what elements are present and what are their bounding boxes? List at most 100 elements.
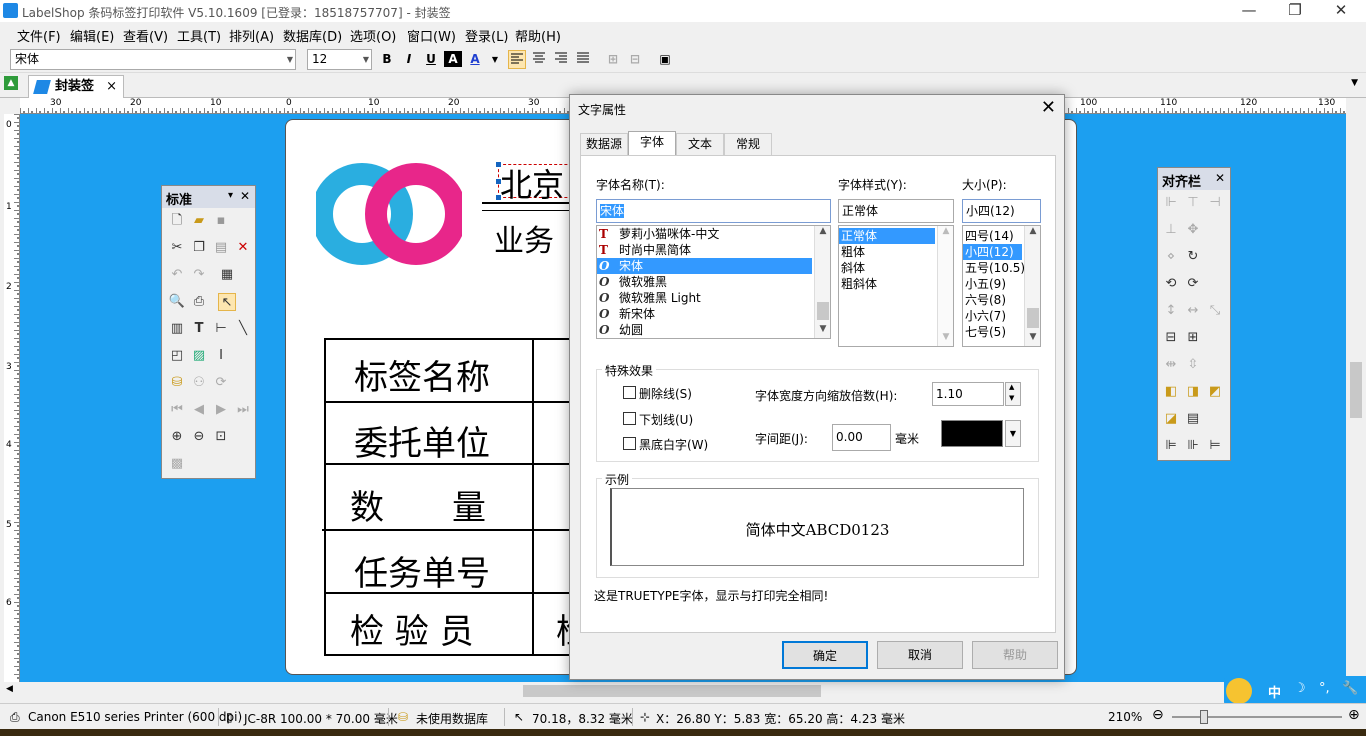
menu-window[interactable]: 窗口(W) [407, 26, 456, 45]
font-list-item[interactable]: O 微软雅黑 Light [597, 290, 812, 306]
distribute-icon[interactable]: ⋄ [1162, 248, 1180, 266]
scroll-up-icon[interactable]: ▲ [815, 226, 830, 240]
table-cell[interactable]: 任务单号 [354, 546, 490, 595]
space-vertical-icon[interactable]: ⇳ [1184, 356, 1202, 374]
list-item[interactable]: 粗斜体 [839, 276, 953, 292]
font-list-item[interactable]: O 新宋体 [597, 306, 812, 322]
scroll-down-icon[interactable]: ▼ [1025, 332, 1040, 346]
font-list-scrollbar[interactable]: ▲ ▼ [814, 226, 830, 338]
align-right-page-icon[interactable]: ⊨ [1206, 437, 1224, 455]
align-bottom-edges-icon[interactable]: ⊥ [1162, 221, 1180, 239]
font-name-combo[interactable]: 宋体 ▼ [10, 49, 296, 70]
database-status[interactable]: 未使用数据库 [416, 710, 488, 727]
tab-document[interactable]: 封装签 × [28, 75, 124, 98]
font-name-input[interactable]: 宋体 [596, 199, 831, 223]
punctuation-icon[interactable]: °, [1319, 681, 1330, 696]
font-list[interactable]: T 萝莉小猫咪体-中文 T 时尚中黑简体 O 宋体 O 微软雅黑 O 微软雅黑 Light O 新宋体… [596, 225, 831, 339]
lock-layout-icon[interactable]: ▤ [1184, 410, 1202, 428]
send-backward-icon[interactable]: ◪ [1162, 410, 1180, 428]
horizontal-scrollbar[interactable]: ◀ [0, 682, 1346, 700]
list-item[interactable]: 正常体 [839, 228, 935, 244]
database-icon[interactable]: ⛁ [168, 374, 186, 392]
scrollbar-thumb[interactable] [1350, 362, 1362, 418]
rotate-180-icon[interactable]: ⟲ [1162, 275, 1180, 293]
style-list-scrollbar[interactable]: ▲ ▼ [937, 226, 953, 346]
zoom-slider-thumb[interactable] [1200, 710, 1208, 724]
restore-button[interactable]: ❐ [1272, 0, 1318, 22]
justify-button[interactable] [574, 50, 592, 69]
same-height-icon[interactable]: ↕ [1162, 302, 1180, 320]
center-vertical-icon[interactable]: ⊞ [1184, 329, 1202, 347]
same-width-icon[interactable]: ↔ [1184, 302, 1202, 320]
font-list-item[interactable]: T 萝莉小猫咪体-中文 [597, 226, 812, 242]
menu-file[interactable]: 文件(F) [17, 26, 61, 45]
font-size-list[interactable]: 四号(14) 小四(12) 五号(10.5) 小五(9) 六号(8) 小六(7)… [962, 225, 1041, 347]
redo-icon[interactable]: ↷ [190, 266, 208, 284]
chevron-down-icon[interactable]: ▾ [228, 190, 233, 201]
align-right-edges-icon[interactable]: ⊣ [1206, 194, 1224, 212]
tab-text[interactable]: 文本 [676, 133, 724, 155]
rotate-270-icon[interactable]: ⟳ [1184, 275, 1202, 293]
font-style-list[interactable]: 正常体 粗体 斜体 粗斜体 ▲ ▼ [838, 225, 954, 347]
cut-icon[interactable]: ✂ [168, 239, 186, 257]
paste-icon[interactable]: ▤ [212, 239, 230, 257]
next-record-icon[interactable]: ▶ [212, 401, 230, 419]
send-back-icon[interactable]: ◨ [1184, 383, 1202, 401]
first-record-icon[interactable]: ⏮ [168, 401, 186, 419]
align-center-button[interactable] [530, 50, 548, 69]
chevron-down-icon[interactable]: ▼ [1005, 420, 1021, 447]
minimize-button[interactable]: — [1226, 0, 1272, 22]
select-pointer-icon[interactable]: ↖ [218, 293, 236, 311]
font-size-input[interactable]: 小四(12) [962, 199, 1041, 223]
spin-up-icon[interactable]: ▲ [1009, 383, 1014, 391]
menu-arrange[interactable]: 排列(A) [229, 26, 274, 45]
font-style-input[interactable]: 正常体 [838, 199, 954, 223]
align-right-button[interactable] [552, 50, 570, 69]
underline-button[interactable]: U [422, 50, 440, 69]
align-top-edges-icon[interactable]: ⊤ [1184, 194, 1202, 212]
zoom-in-icon[interactable]: ⊕ [1348, 707, 1360, 723]
underline-checkbox[interactable] [623, 412, 636, 425]
wrench-icon[interactable]: 🔧 [1342, 681, 1358, 696]
moon-icon[interactable]: ☽ [1294, 681, 1306, 696]
font-size-combo[interactable]: 12 ▼ [307, 49, 372, 70]
ungroup-icon[interactable]: ⊟ [626, 50, 644, 69]
table-cell[interactable]: 检 验 员 [350, 604, 474, 653]
inverse-checkbox[interactable] [623, 437, 636, 450]
menu-login[interactable]: 登录(L) [465, 26, 508, 45]
properties-icon[interactable]: ▣ [656, 50, 674, 69]
chevron-down-icon[interactable]: ▼ [486, 50, 504, 69]
inverse-text-button[interactable]: A [444, 51, 462, 67]
table-cell[interactable]: 数 量 [350, 480, 486, 529]
space-horizontal-icon[interactable]: ⇹ [1162, 356, 1180, 374]
ime-mode-label[interactable]: 中 [1268, 682, 1281, 701]
print-icon[interactable]: ⎙ [190, 293, 208, 311]
barcode-icon[interactable]: ▥ [168, 320, 186, 338]
font-list-item[interactable]: O 微软雅黑 [597, 274, 812, 290]
chevron-down-icon[interactable]: ▼ [1351, 78, 1358, 88]
refresh-icon[interactable]: ⟳ [212, 374, 230, 392]
text-cursor-icon[interactable]: I [212, 347, 230, 365]
undo-icon[interactable]: ↶ [168, 266, 186, 284]
close-icon[interactable]: ✕ [240, 189, 250, 203]
printer-status[interactable]: Canon E510 series Printer (600 dpi) [28, 710, 242, 724]
scroll-left-icon[interactable]: ◀ [6, 684, 13, 694]
scroll-up-icon[interactable]: ▲ [1025, 226, 1040, 240]
vertical-scrollbar[interactable] [1346, 98, 1366, 682]
group-icon[interactable]: ⊞ [604, 50, 622, 69]
center-icon[interactable]: ✥ [1184, 221, 1202, 239]
paper-status[interactable]: JC-8R 100.00 * 70.00 毫米 [244, 710, 398, 727]
menu-options[interactable]: 选项(O) [350, 26, 396, 45]
rotate-90-icon[interactable]: ↻ [1184, 248, 1202, 266]
zoom-slider-track[interactable] [1172, 716, 1342, 718]
prev-record-icon[interactable]: ◀ [190, 401, 208, 419]
close-button[interactable]: ✕ [1318, 0, 1364, 22]
image-tool-icon[interactable]: ▨ [190, 347, 208, 365]
zoom-out-icon[interactable]: ⊖ [190, 428, 208, 446]
scroll-up-icon[interactable]: ▲ [938, 226, 953, 240]
char-spacing-input[interactable]: 0.00 [832, 424, 891, 451]
italic-button[interactable]: I [400, 50, 418, 69]
list-item[interactable]: 小四(12) [963, 244, 1022, 260]
bring-front-icon[interactable]: ◧ [1162, 383, 1180, 401]
align-panel-header[interactable]: 对齐栏 ✕ [1158, 168, 1230, 190]
